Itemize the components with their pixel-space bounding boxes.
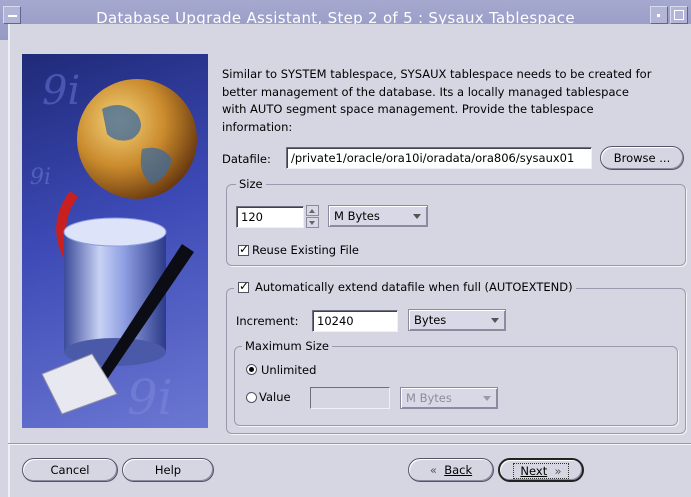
footer-separator bbox=[8, 443, 691, 445]
next-focus-frame: Next » bbox=[513, 463, 569, 479]
unlimited-radio[interactable] bbox=[246, 364, 257, 375]
chevron-down-icon bbox=[413, 214, 421, 219]
next-label: Next bbox=[520, 464, 548, 478]
increment-label: Increment: bbox=[236, 314, 299, 328]
back-label: Back bbox=[444, 463, 473, 477]
maximize-icon bbox=[674, 10, 684, 20]
unlimited-label: Unlimited bbox=[261, 363, 317, 377]
dialog-window: Database Upgrade Assistant, Step 2 of 5 … bbox=[0, 0, 691, 497]
next-chevron-icon: » bbox=[554, 464, 562, 478]
database-icon bbox=[63, 217, 167, 247]
window-menu-icon bbox=[8, 15, 17, 17]
value-radio[interactable] bbox=[246, 392, 257, 403]
chevron-down-icon bbox=[491, 318, 499, 323]
help-button[interactable]: Help bbox=[122, 458, 214, 482]
window-menu-button[interactable] bbox=[3, 6, 21, 24]
browse-button[interactable]: Browse ... bbox=[600, 146, 684, 170]
reuse-file-label: Reuse Existing File bbox=[252, 243, 360, 257]
maxsize-group bbox=[234, 346, 678, 426]
oracle-illustration: 9i 9i 9i bbox=[22, 54, 208, 428]
size-input[interactable]: 120 bbox=[236, 206, 304, 228]
increment-unit-value: Bytes bbox=[414, 313, 447, 327]
spinner-up-icon[interactable] bbox=[306, 205, 319, 216]
maxsize-legend: Maximum Size bbox=[242, 339, 332, 353]
size-legend: Size bbox=[236, 177, 266, 191]
size-spinner[interactable] bbox=[306, 205, 319, 229]
checkmark-icon: ✓ bbox=[239, 242, 250, 256]
value-label: Value bbox=[259, 390, 291, 404]
maxsize-unit-select[interactable]: M Bytes bbox=[400, 387, 498, 409]
chevron-down-icon bbox=[483, 396, 491, 401]
back-chevron-icon: « bbox=[429, 463, 437, 477]
watermark-9i-top: 9i bbox=[42, 68, 80, 114]
intro-text: Similar to SYSTEM tablespace, SYSAUX tab… bbox=[222, 67, 652, 134]
globe-database-pen-illustration: 9i 9i 9i bbox=[30, 68, 197, 426]
size-unit-value: M Bytes bbox=[334, 209, 380, 223]
radio-selected-icon bbox=[249, 367, 254, 372]
checkmark-icon: ✓ bbox=[239, 279, 250, 293]
watermark-9i-bottom: 9i bbox=[127, 370, 173, 426]
maximize-button[interactable] bbox=[670, 6, 688, 24]
datafile-label: Datafile: bbox=[222, 152, 271, 166]
autoextend-label: Automatically extend datafile when full … bbox=[255, 280, 573, 294]
maxsize-unit-value: M Bytes bbox=[406, 391, 452, 405]
maxsize-value-input[interactable] bbox=[310, 387, 390, 409]
autoextend-checkbox[interactable]: ✓ bbox=[238, 279, 250, 293]
globe-icon bbox=[77, 79, 197, 199]
size-unit-select[interactable]: M Bytes bbox=[328, 205, 428, 227]
increment-input[interactable]: 10240 bbox=[312, 310, 398, 332]
reuse-file-checkbox[interactable]: ✓ bbox=[238, 242, 250, 256]
datafile-input[interactable]: /private1/oracle/ora10i/oradata/ora806/s… bbox=[286, 147, 592, 169]
cancel-button[interactable]: Cancel bbox=[22, 458, 118, 482]
increment-unit-select[interactable]: Bytes bbox=[408, 309, 506, 331]
minimize-icon bbox=[657, 14, 660, 17]
spinner-down-icon[interactable] bbox=[306, 217, 319, 228]
next-button[interactable]: Next » bbox=[498, 458, 584, 482]
minimize-button[interactable] bbox=[650, 6, 668, 24]
watermark-9i-left: 9i bbox=[30, 165, 51, 190]
autoextend-legend: ✓ Automatically extend datafile when ful… bbox=[234, 279, 576, 296]
back-button[interactable]: « Back bbox=[408, 458, 494, 482]
